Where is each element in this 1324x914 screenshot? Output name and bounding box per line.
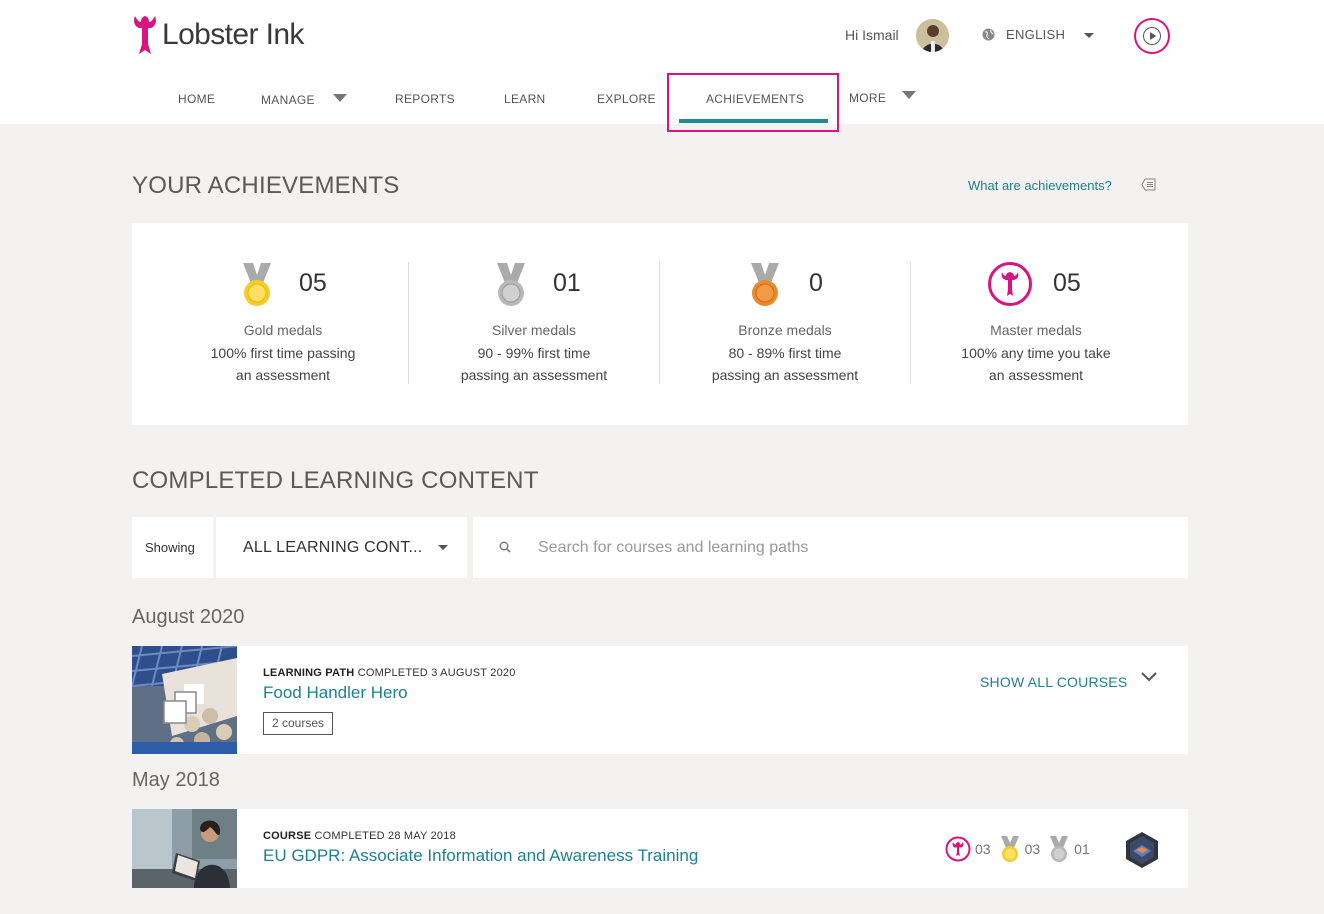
search-bar[interactable]	[473, 517, 1188, 578]
achievements-title: YOUR ACHIEVEMENTS	[132, 172, 400, 199]
user-photo-icon	[916, 19, 949, 52]
bronze-medals-stat: 0 Bronze medals 80 - 89% first time pass…	[660, 223, 910, 425]
language-caret-icon[interactable]	[1084, 33, 1094, 38]
nav-active-underline	[679, 119, 828, 123]
show-all-courses-button[interactable]: SHOW ALL COURSES	[980, 674, 1127, 690]
nav-learn[interactable]: LEARN	[504, 92, 546, 106]
manage-caret-icon[interactable]	[333, 94, 347, 102]
nav-achievements[interactable]: ACHIEVEMENTS	[706, 92, 804, 106]
bronze-medal-description: 80 - 89% first time passing an assessmen…	[711, 345, 859, 383]
course-thumbnail	[132, 809, 237, 888]
language-selector[interactable]: ENGLISH	[1006, 27, 1065, 42]
play-tour-button[interactable]	[1134, 18, 1170, 54]
gold-medal-icon	[243, 263, 271, 306]
top-header: Lobster Ink Hi Ismail ENGLISH HOME MANAG…	[0, 0, 1324, 132]
more-caret-icon[interactable]	[902, 91, 916, 99]
silver-medal-icon	[1050, 836, 1069, 862]
nav-reports[interactable]: REPORTS	[395, 92, 455, 106]
silver-medal-label: Silver medals	[491, 322, 577, 338]
silver-medal-description: 90 - 99% first time passing an assessmen…	[460, 345, 608, 383]
gold-medal-label: Gold medals	[243, 322, 323, 338]
gold-medal-icon	[1000, 836, 1019, 862]
showing-label: Showing	[132, 517, 213, 578]
silver-medal-icon	[497, 263, 525, 306]
item-title-link[interactable]: EU GDPR: Associate Information and Aware…	[263, 846, 698, 866]
list-item[interactable]: LEARNING PATH COMPLETED 3 AUGUST 2020 Fo…	[132, 646, 1188, 754]
nav-manage[interactable]: MANAGE	[261, 93, 315, 107]
avatar[interactable]	[916, 19, 949, 52]
month-heading: August 2020	[132, 606, 245, 628]
month-heading: May 2018	[132, 769, 220, 791]
logo[interactable]: Lobster Ink	[132, 14, 304, 56]
bronze-medal-count: 0	[809, 269, 823, 297]
food-prep-image-icon	[132, 646, 237, 754]
master-medal-icon	[945, 836, 971, 862]
globe-icon	[982, 28, 995, 41]
nav-explore[interactable]: EXPLORE	[597, 92, 656, 106]
list-item[interactable]: COURSE COMPLETED 28 MAY 2018 EU GDPR: As…	[132, 809, 1188, 888]
content-type-select[interactable]: ALL LEARNING CONT...	[216, 517, 467, 578]
reading-woman-image-icon	[132, 809, 237, 888]
gold-count: 03	[1024, 841, 1041, 857]
master-medal-count: 05	[1053, 269, 1081, 297]
item-meta: LEARNING PATH COMPLETED 3 AUGUST 2020	[263, 667, 516, 679]
search-input[interactable]	[538, 535, 1138, 561]
learning-path-thumbnail	[132, 646, 237, 754]
item-meta: COURSE COMPLETED 28 MAY 2018	[263, 830, 456, 842]
silver-count: 01	[1074, 841, 1090, 857]
gold-medal-count: 05	[299, 269, 327, 297]
master-medal-icon	[988, 262, 1032, 306]
user-greeting: Hi Ismail	[845, 27, 899, 43]
chevron-down-icon	[438, 545, 448, 550]
what-are-achievements-link[interactable]: What are achievements?	[968, 178, 1112, 193]
bronze-medal-icon	[751, 263, 779, 306]
earned-medals: 03 03 01	[945, 835, 1098, 863]
course-badge-icon	[1126, 832, 1158, 868]
bronze-medal-label: Bronze medals	[738, 322, 832, 338]
master-medal-label: Master medals	[990, 322, 1082, 338]
gold-medal-description: 100% first time passing an assessment	[210, 345, 356, 383]
content-type-value: ALL LEARNING CONT...	[243, 539, 423, 556]
play-icon	[1143, 27, 1161, 45]
item-title-link[interactable]: Food Handler Hero	[263, 683, 408, 703]
nav-more[interactable]: MORE	[849, 91, 886, 105]
chevron-down-icon[interactable]	[1141, 672, 1157, 682]
master-medals-stat: 05 Master medals 100% any time you take …	[911, 223, 1161, 425]
achievements-card: 05 Gold medals 100% first time passing a…	[132, 223, 1188, 425]
info-panel-icon[interactable]	[1141, 178, 1156, 191]
gold-medals-stat: 05 Gold medals 100% first time passing a…	[158, 223, 408, 425]
lobster-logo-icon	[134, 16, 156, 54]
silver-medals-stat: 01 Silver medals 90 - 99% first time pas…	[409, 223, 659, 425]
master-count: 03	[975, 841, 991, 857]
master-medal-description: 100% any time you take an assessment	[961, 345, 1111, 383]
courses-count-tag: 2 courses	[263, 712, 334, 735]
brand-name: Lobster Ink	[162, 18, 304, 51]
nav-home[interactable]: HOME	[178, 92, 215, 106]
silver-medal-count: 01	[553, 269, 581, 297]
search-icon	[499, 541, 511, 553]
completed-content-title: COMPLETED LEARNING CONTENT	[132, 467, 539, 494]
